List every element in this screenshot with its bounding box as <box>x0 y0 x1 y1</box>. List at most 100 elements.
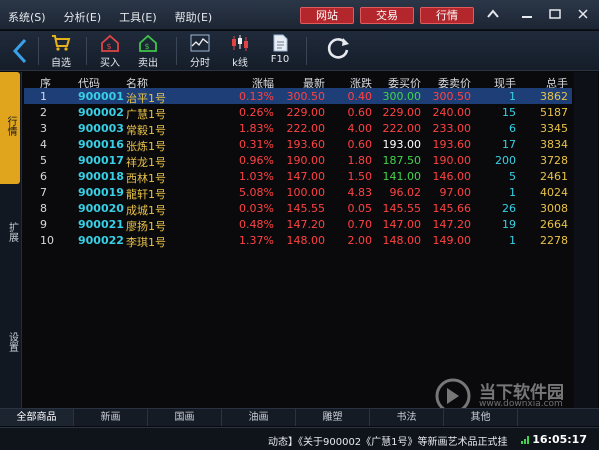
table-row[interactable]: 6 900018 西林1号 1.03% 147.00 1.50 141.00 146.00 5 2… <box>24 168 572 185</box>
sell-house-icon: $ <box>139 34 157 52</box>
cell-buy: 222.00 <box>382 122 422 135</box>
table-row[interactable]: 3 900003 常毅1号 1.83% 222.00 4.00 222.00 233.00 6 3… <box>24 120 572 137</box>
minimize-icon[interactable] <box>516 6 538 24</box>
cell-sell: 190.00 <box>432 154 472 167</box>
buy-label: 买入 <box>100 58 120 69</box>
cell-last: 300.50 <box>286 90 326 103</box>
buy-button[interactable]: $ 买入 <box>92 34 128 69</box>
table-row[interactable]: 10 900022 李琪1号 1.37% 148.00 2.00 148.00 149.00 1… <box>24 232 572 249</box>
cell-total: 2461 <box>540 170 568 183</box>
menu-help[interactable]: 帮助(E) <box>175 9 213 25</box>
menu-tools[interactable]: 工具(E) <box>119 9 157 25</box>
table-row[interactable]: 4 900016 张炼1号 0.31% 193.60 0.60 193.00 193.60 17… <box>24 136 572 153</box>
cell-sell: 193.60 <box>432 138 472 151</box>
status-bar: 动态】《关于900002《广慧1号》等新画艺术品正式挂牌交易 16:05:17 <box>0 427 599 450</box>
svg-text:$: $ <box>145 42 150 51</box>
table-row[interactable]: 1 900001 治平1号 0.13% 300.50 0.40 300.00 300.50 1 3… <box>24 88 572 105</box>
cell-idx: 1 <box>40 90 47 103</box>
cell-buy: 96.02 <box>389 186 422 199</box>
cell-chg: 0.70 <box>347 218 373 231</box>
cell-pct: 0.48% <box>239 218 274 231</box>
cell-total: 3345 <box>540 122 568 135</box>
tab-new-painting[interactable]: 新画 <box>74 409 148 426</box>
tab-chinese-painting[interactable]: 国画 <box>148 409 222 426</box>
cell-buy: 187.50 <box>382 154 422 167</box>
cell-pct: 0.13% <box>239 90 274 103</box>
watchlist-button[interactable]: 自选 <box>43 34 79 69</box>
cell-sell: 147.20 <box>432 218 472 231</box>
cell-buy: 193.00 <box>382 138 422 151</box>
sell-button[interactable]: $ 卖出 <box>130 34 166 69</box>
cell-last: 147.00 <box>286 170 326 183</box>
news-ticker[interactable]: 动态】《关于900002《广慧1号》等新画艺术品正式挂牌交易 <box>268 433 508 448</box>
cell-chg: 4.83 <box>347 186 373 199</box>
cell-last: 100.00 <box>286 186 326 199</box>
table-body: 1 900001 治平1号 0.13% 300.50 0.40 300.00 300.50 1 3… <box>24 88 572 249</box>
cell-vol: 17 <box>502 138 516 151</box>
table-row[interactable]: 7 900019 龍轩1号 5.08% 100.00 4.83 96.02 97.00 1 402… <box>24 184 572 201</box>
refresh-button[interactable] <box>320 35 356 69</box>
side-tab-settings-label: 设置 <box>6 332 18 352</box>
tab-all[interactable]: 全部商品 <box>0 409 74 426</box>
timeshare-label: 分时 <box>190 58 210 69</box>
vertical-scrollbar[interactable] <box>574 72 598 408</box>
cart-icon <box>52 35 71 51</box>
cell-sell: 233.00 <box>432 122 472 135</box>
tab-sculpture[interactable]: 雕塑 <box>296 409 370 426</box>
cell-pct: 0.31% <box>239 138 274 151</box>
cell-chg: 4.00 <box>347 122 373 135</box>
tab-calligraphy[interactable]: 书法 <box>370 409 444 426</box>
side-tab-extend[interactable]: 扩展 <box>3 222 20 252</box>
cell-code: 900022 <box>78 234 124 247</box>
cell-vol: 200 <box>495 154 516 167</box>
cell-idx: 6 <box>40 170 47 183</box>
side-tab-settings[interactable]: 设置 <box>3 332 20 362</box>
tab-other[interactable]: 其他 <box>444 409 518 426</box>
table-row[interactable]: 5 900017 祥龙1号 0.96% 190.00 1.80 187.50 190.00 20… <box>24 152 572 169</box>
back-arrow-icon[interactable] <box>10 37 30 65</box>
cell-buy: 141.00 <box>382 170 422 183</box>
market-button[interactable]: 行情 <box>420 7 474 24</box>
table-row[interactable]: 2 900002 广慧1号 0.26% 229.00 0.60 229.00 240.00 15… <box>24 104 572 121</box>
cell-idx: 3 <box>40 122 47 135</box>
kline-button[interactable]: k线 <box>222 34 258 69</box>
cell-buy: 229.00 <box>382 106 422 119</box>
collapse-icon[interactable] <box>482 6 504 24</box>
cell-chg: 0.40 <box>347 90 373 103</box>
cell-code: 900019 <box>78 186 124 199</box>
cell-code: 900021 <box>78 218 124 231</box>
network-status-icon <box>521 436 529 444</box>
trade-button[interactable]: 交易 <box>360 7 414 24</box>
cell-sell: 146.00 <box>432 170 472 183</box>
cell-idx: 8 <box>40 202 47 215</box>
maximize-icon[interactable] <box>544 6 566 24</box>
side-tab-market[interactable]: 行情 <box>0 72 20 184</box>
menu-system[interactable]: 系统(S) <box>8 9 46 25</box>
cell-pct: 0.03% <box>239 202 274 215</box>
category-tabs: 全部商品 新画 国画 油画 雕塑 书法 其他 <box>0 408 599 426</box>
cell-sell: 149.00 <box>432 234 472 247</box>
cell-buy: 148.00 <box>382 234 422 247</box>
cell-buy: 300.00 <box>382 90 422 103</box>
menu-analysis[interactable]: 分析(E) <box>64 9 102 25</box>
cell-chg: 1.50 <box>347 170 373 183</box>
cell-idx: 2 <box>40 106 47 119</box>
table-row[interactable]: 9 900021 廖扬1号 0.48% 147.20 0.70 147.00 147.20 19… <box>24 216 572 233</box>
f10-button[interactable]: F10 <box>262 34 298 68</box>
cell-code: 900018 <box>78 170 124 183</box>
cell-pct: 5.08% <box>239 186 274 199</box>
cell-vol: 26 <box>502 202 516 215</box>
close-icon[interactable] <box>572 6 594 24</box>
tab-oil-painting[interactable]: 油画 <box>222 409 296 426</box>
f10-label: F10 <box>270 54 290 65</box>
cell-vol: 1 <box>509 186 516 199</box>
cell-pct: 0.26% <box>239 106 274 119</box>
cell-idx: 5 <box>40 154 47 167</box>
site-button[interactable]: 网站 <box>300 7 354 24</box>
timeshare-button[interactable]: 分时 <box>182 34 218 69</box>
title-bar: 系统(S) 分析(E) 工具(E) 帮助(E) 网站 交易 行情 <box>0 0 599 30</box>
candlestick-icon <box>232 35 248 51</box>
cell-total: 5187 <box>540 106 568 119</box>
table-row[interactable]: 8 900020 成城1号 0.03% 145.55 0.05 145.55 145.66 26… <box>24 200 572 217</box>
clock: 16:05:17 <box>532 433 587 446</box>
